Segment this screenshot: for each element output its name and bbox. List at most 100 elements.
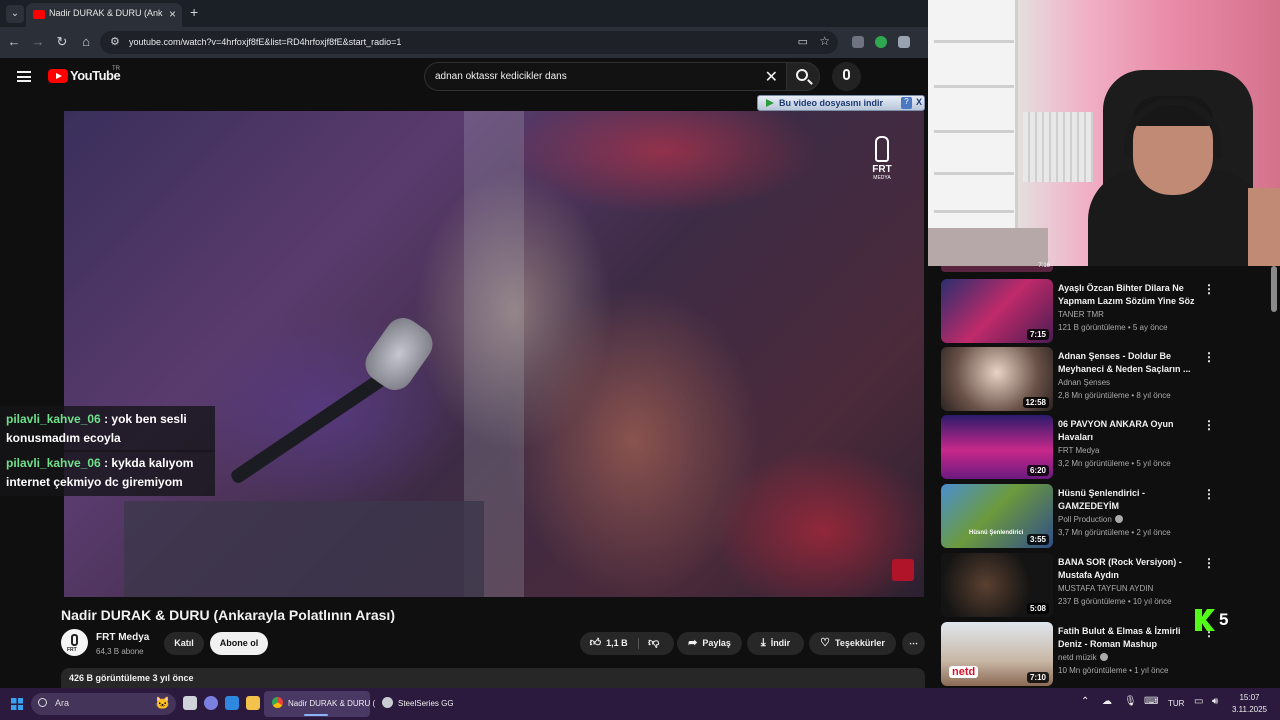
tray-cloud-icon[interactable]: ☁ (1102, 696, 1112, 707)
more-options-icon[interactable]: ⋮ (1203, 282, 1215, 296)
youtube-header: YouTube TR adnan oktassr kedicikler dans… (0, 58, 928, 96)
thumbs-up-icon[interactable]: 👍︎ (590, 632, 602, 655)
video-thumbnail[interactable]: 6:20 (941, 415, 1053, 479)
related-video-title[interactable]: Hüsnü Şenlendirici - GAMZEDEYİM (1058, 487, 1198, 513)
file-explorer-icon[interactable] (246, 696, 260, 710)
help-icon[interactable]: ? (901, 97, 912, 109)
thumbs-down-icon[interactable]: 👎︎ (648, 632, 659, 655)
download-button[interactable]: ⤓ İndir (747, 632, 804, 655)
related-video-channel[interactable]: Poll Production (1058, 515, 1123, 524)
windows-taskbar: Ara 🐱 Nadir DURAK & DURU ( SteelSeries G… (0, 688, 1280, 720)
windows-start-icon[interactable] (11, 698, 23, 710)
join-button[interactable]: Katıl (164, 632, 204, 655)
search-button[interactable] (786, 62, 820, 91)
video-thumbnail[interactable]: Hüsnü Şenlendirici 3:55 (941, 484, 1053, 548)
sidebar-scrollbar[interactable] (1271, 266, 1277, 312)
channel-avatar[interactable]: FRT (61, 629, 88, 656)
download-extension-label[interactable]: Bu video dosyasını indir (779, 98, 883, 108)
close-icon[interactable]: X (916, 97, 922, 107)
url-text[interactable]: youtube.com/watch?v=4hrfoxjf8fE&list=RD4… (129, 37, 401, 47)
taskbar-clock[interactable]: 15:07 3.11.2025 (1232, 692, 1267, 716)
taskbar-app-chrome[interactable]: Nadir DURAK & DURU ( (264, 691, 375, 717)
video-duration: 5:08 (1026, 603, 1049, 614)
tray-network-icon[interactable]: ▭ (1194, 696, 1203, 707)
taskbar-app-steelseries[interactable]: SteelSeries GG (374, 691, 462, 717)
related-video-item[interactable]: 12:58 Adnan Şenses - Doldur Be Meyhaneci… (941, 347, 1279, 413)
clear-search-icon[interactable]: ✕ (765, 67, 778, 87)
video-thumbnail[interactable]: 12:58 (941, 347, 1053, 411)
bookmark-star-icon[interactable]: ☆ (819, 34, 830, 48)
tray-mic-icon[interactable]: 🎙︎ (1124, 696, 1137, 707)
taskbar-search-placeholder[interactable]: Ara (55, 698, 69, 708)
related-video-channel[interactable]: MUSTAFA TAYFUN AYDIN (1058, 584, 1153, 593)
video-thumbnail[interactable]: 7:15 (941, 279, 1053, 343)
description-box[interactable]: 426 B görüntüleme 3 yıl önce (61, 668, 925, 688)
related-video-item[interactable]: 7:15 Ayaşlı Özcan Bihter Dilara Ne Yapma… (941, 279, 1279, 345)
related-video-channel[interactable]: FRT Medya (1058, 446, 1100, 455)
related-video-channel[interactable]: Adnan Şenses (1058, 378, 1110, 387)
new-tab-icon[interactable]: + (190, 4, 198, 20)
like-count[interactable]: 1,1 B (606, 638, 628, 648)
more-options-icon[interactable]: ⋮ (1203, 487, 1215, 501)
more-options-icon[interactable]: ⋮ (1203, 556, 1215, 570)
voice-search-button[interactable] (832, 62, 861, 91)
related-video-title[interactable]: Ayaşlı Özcan Bihter Dilara Ne Yapmam Laz… (1058, 282, 1198, 308)
related-video-meta: 3,2 Mn görüntüleme • 5 yıl önce (1058, 459, 1171, 468)
address-bar[interactable]: ⚙ youtube.com/watch?v=4hrfoxjf8fE&list=R… (100, 31, 838, 54)
download-label: İndir (770, 638, 791, 648)
video-duration: 7:16 (1038, 263, 1050, 269)
extension-green-icon[interactable] (875, 36, 887, 48)
video-player[interactable]: FRT MEDYA (64, 111, 924, 597)
related-video-title[interactable]: Fatih Bulut & Elmas & İzmirli Deniz - Ro… (1058, 625, 1198, 651)
chat-message: pilavli_kahve_06 : yok ben sesli konusma… (0, 406, 215, 452)
verified-icon (1099, 653, 1108, 661)
forward-icon[interactable]: → (29, 33, 47, 51)
related-video-item[interactable]: netd 7:10 Fatih Bulut & Elmas & İzmirli … (941, 622, 1279, 688)
share-button[interactable]: ➦ Paylaş (677, 632, 742, 655)
tray-volume-icon[interactable]: 🔊︎ (1212, 696, 1218, 707)
video-thumbnail[interactable]: netd 7:10 (941, 622, 1053, 686)
related-video-title[interactable]: 06 PAVYON ANKARA Oyun Havaları (1058, 418, 1198, 444)
copilot-icon[interactable] (204, 696, 218, 710)
video-thumbnail[interactable]: 5:08 (941, 553, 1053, 617)
taskbar-search[interactable]: Ara 🐱 (31, 693, 176, 715)
country-code: TR (112, 66, 120, 72)
more-actions-button[interactable]: ⋯ (902, 632, 925, 655)
subscribe-button[interactable]: Abone ol (210, 632, 268, 655)
browser-tab[interactable]: Nadir DURAK & DURU (Ank × (26, 3, 182, 27)
search-query[interactable]: adnan oktassr kedicikler dans (435, 71, 567, 82)
more-options-icon[interactable]: ⋮ (1203, 350, 1215, 364)
related-video-title[interactable]: Adnan Şenses - Doldur Be Meyhaneci & Ned… (1058, 350, 1198, 376)
tray-keyboard-icon[interactable]: ⌨ (1144, 696, 1158, 707)
tray-chevron-icon[interactable]: ⌃ (1081, 696, 1089, 707)
cast-icon[interactable]: ▭ (798, 35, 808, 48)
related-video-title[interactable]: BANA SOR (Rock Versiyon) - Mustafa Aydın (1058, 556, 1198, 582)
extension-box-icon[interactable] (898, 36, 910, 48)
channel-label[interactable]: netd müzik (1058, 653, 1097, 662)
related-video-channel[interactable]: netd müzik (1058, 653, 1108, 662)
partial-thumbnail[interactable]: 7:16 (941, 263, 1053, 272)
site-info-icon[interactable]: ⚙ (110, 35, 120, 48)
related-video-item[interactable]: Hüsnü Şenlendirici 3:55 Hüsnü Şenlendiri… (941, 484, 1279, 550)
tab-search-button[interactable]: ⌄ (6, 5, 24, 23)
back-icon[interactable]: ← (5, 33, 23, 51)
menu-icon[interactable] (17, 71, 31, 82)
related-video-item[interactable]: 6:20 06 PAVYON ANKARA Oyun Havaları FRT … (941, 415, 1279, 481)
channel-name[interactable]: FRT Medya (96, 632, 149, 643)
channel-label[interactable]: Poll Production (1058, 515, 1112, 524)
related-video-channel[interactable]: TANER TMR (1058, 310, 1104, 319)
language-indicator[interactable]: TUR (1168, 699, 1184, 708)
task-view-icon[interactable] (183, 696, 197, 710)
search-icon (796, 69, 808, 81)
download-icon: ⤓ (760, 637, 766, 649)
video-download-extension-bar[interactable]: Bu video dosyasını indir ? X (757, 95, 925, 111)
home-icon[interactable]: ⌂ (77, 33, 95, 51)
thanks-button[interactable]: ♡ Teşekkürler (809, 632, 896, 655)
youtube-logo-icon[interactable] (48, 69, 68, 83)
edge-icon[interactable] (225, 696, 239, 710)
close-tab-icon[interactable]: × (169, 7, 176, 21)
extension-shield-icon[interactable] (852, 36, 864, 48)
more-options-icon[interactable]: ⋮ (1203, 418, 1215, 432)
reload-icon[interactable]: ↻ (53, 33, 71, 51)
search-input[interactable]: adnan oktassr kedicikler dans ✕ (424, 62, 786, 91)
